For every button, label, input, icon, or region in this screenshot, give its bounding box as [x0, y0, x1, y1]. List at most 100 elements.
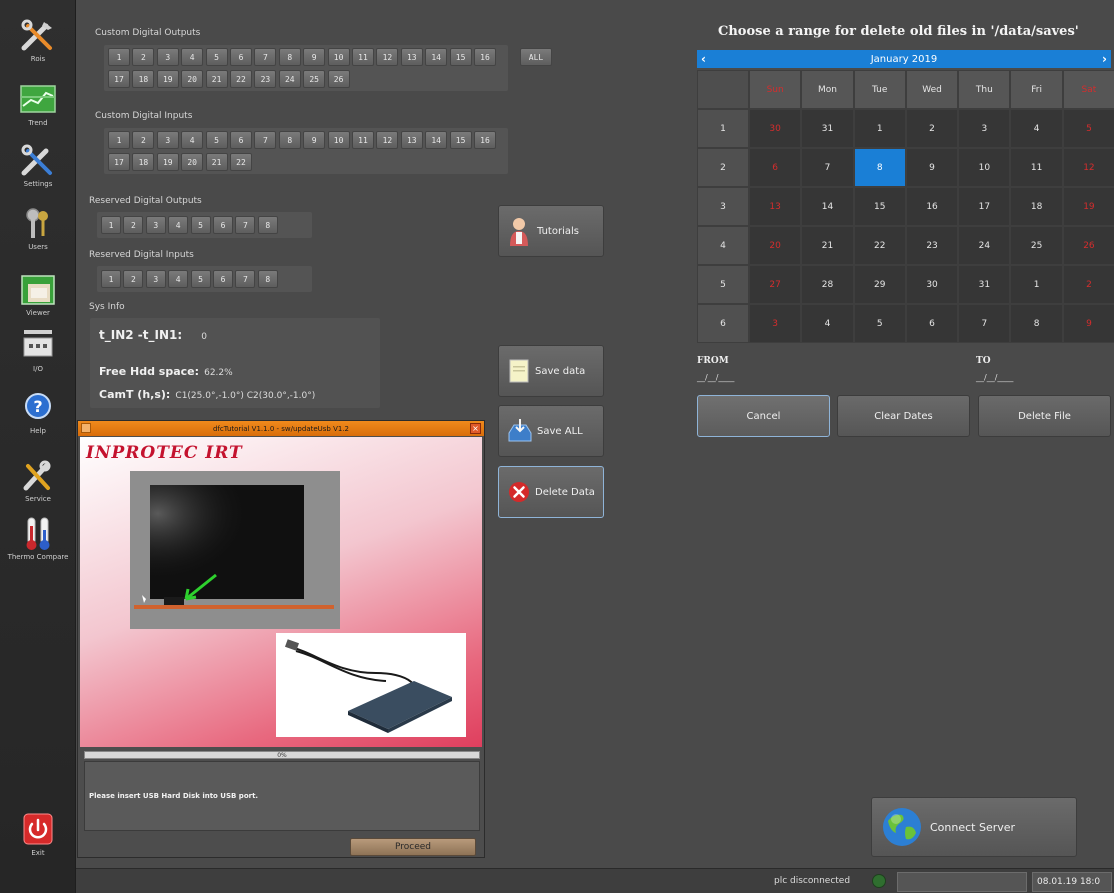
custom-input-button-8[interactable]: 8 — [278, 131, 301, 149]
calendar-day[interactable]: 3 — [958, 109, 1011, 148]
custom-output-button-11[interactable]: 11 — [352, 48, 374, 66]
calendar-day[interactable]: 9 — [905, 148, 959, 187]
reserved-input-button-7[interactable]: 7 — [235, 270, 256, 288]
calendar-day[interactable]: 21 — [801, 226, 854, 265]
sidebar-item-io[interactable]: I/O — [6, 328, 70, 373]
custom-input-button-18[interactable]: 18 — [132, 153, 155, 171]
calendar-day[interactable]: 14 — [801, 187, 854, 226]
custom-output-button-24[interactable]: 24 — [278, 70, 301, 88]
reserved-output-button-4[interactable]: 4 — [168, 216, 189, 234]
custom-input-button-11[interactable]: 11 — [352, 131, 374, 149]
calendar-day[interactable]: 27 — [749, 265, 802, 304]
custom-outputs-all-button[interactable]: ALL — [520, 48, 552, 66]
custom-input-button-5[interactable]: 5 — [205, 131, 228, 149]
custom-input-button-19[interactable]: 19 — [156, 153, 179, 171]
custom-output-button-7[interactable]: 7 — [254, 48, 277, 66]
calendar-day[interactable]: 1 — [1010, 265, 1063, 304]
custom-input-button-6[interactable]: 6 — [230, 131, 252, 149]
custom-output-button-19[interactable]: 19 — [156, 70, 179, 88]
cancel-button[interactable]: Cancel — [697, 395, 830, 437]
calendar-day[interactable]: 31 — [958, 265, 1011, 304]
reserved-output-button-7[interactable]: 7 — [235, 216, 256, 234]
proceed-button[interactable]: Proceed — [350, 838, 476, 856]
save-all-button[interactable]: Save ALL — [498, 405, 604, 457]
custom-input-button-21[interactable]: 21 — [205, 153, 228, 171]
custom-output-button-15[interactable]: 15 — [449, 48, 472, 66]
calendar-day[interactable]: 16 — [905, 187, 959, 226]
calendar-day[interactable]: 7 — [958, 304, 1011, 343]
custom-input-button-13[interactable]: 13 — [400, 131, 423, 149]
custom-output-button-26[interactable]: 26 — [327, 70, 350, 88]
sidebar-item-viewer[interactable]: Viewer — [6, 272, 70, 317]
custom-input-button-16[interactable]: 16 — [474, 131, 496, 149]
sidebar-item-users[interactable]: Users — [6, 206, 70, 251]
calendar-day[interactable]: 30 — [905, 265, 959, 304]
custom-input-button-7[interactable]: 7 — [254, 131, 277, 149]
to-date-field[interactable]: __/__/____ — [976, 373, 1013, 382]
custom-input-button-20[interactable]: 20 — [181, 153, 204, 171]
custom-output-button-14[interactable]: 14 — [425, 48, 448, 66]
custom-input-button-1[interactable]: 1 — [108, 131, 130, 149]
sidebar-item-exit[interactable]: Exit — [6, 812, 70, 857]
calendar-day[interactable]: 31 — [801, 109, 854, 148]
custom-output-button-2[interactable]: 2 — [132, 48, 155, 66]
calendar-day[interactable]: 4 — [1010, 109, 1063, 148]
calendar-day[interactable]: 29 — [853, 265, 906, 304]
calendar-day[interactable]: 25 — [1010, 226, 1063, 265]
clear-dates-button[interactable]: Clear Dates — [837, 395, 970, 437]
connect-server-button[interactable]: Connect Server — [871, 797, 1077, 857]
reserved-output-button-6[interactable]: 6 — [213, 216, 233, 234]
sidebar-item-rois[interactable]: Rois — [6, 18, 70, 63]
reserved-input-button-2[interactable]: 2 — [123, 270, 144, 288]
reserved-input-button-6[interactable]: 6 — [213, 270, 233, 288]
sidebar-item-help[interactable]: ? Help — [6, 390, 70, 435]
delete-file-button[interactable]: Delete File — [978, 395, 1111, 437]
next-month-icon[interactable]: › — [1102, 52, 1107, 66]
sidebar-item-service[interactable]: Service — [6, 458, 70, 503]
calendar-day[interactable]: 6 — [905, 304, 959, 343]
custom-output-button-5[interactable]: 5 — [205, 48, 228, 66]
calendar-day[interactable]: 10 — [958, 148, 1011, 187]
custom-output-button-23[interactable]: 23 — [254, 70, 277, 88]
save-data-button[interactable]: Save data — [498, 345, 604, 397]
calendar-day[interactable]: 4 — [801, 304, 854, 343]
calendar-day[interactable]: 18 — [1010, 187, 1063, 226]
custom-output-button-1[interactable]: 1 — [108, 48, 130, 66]
calendar-day[interactable]: 7 — [801, 148, 854, 187]
calendar-day[interactable]: 3 — [749, 304, 802, 343]
reserved-output-button-2[interactable]: 2 — [123, 216, 144, 234]
custom-output-button-20[interactable]: 20 — [181, 70, 204, 88]
calendar-day[interactable]: 12 — [1062, 148, 1114, 187]
custom-output-button-22[interactable]: 22 — [230, 70, 252, 88]
tutorial-window-titlebar[interactable]: dfcTutorial V1.1.0 - sw/updateUsb V1.2 — [78, 421, 484, 436]
custom-output-button-10[interactable]: 10 — [327, 48, 350, 66]
reserved-input-button-5[interactable]: 5 — [190, 270, 211, 288]
sidebar-item-trend[interactable]: Trend — [6, 82, 70, 127]
custom-input-button-14[interactable]: 14 — [425, 131, 448, 149]
custom-output-button-18[interactable]: 18 — [132, 70, 155, 88]
calendar-day[interactable]: 2 — [905, 109, 959, 148]
calendar-day[interactable]: 28 — [801, 265, 854, 304]
delete-data-button[interactable]: Delete Data — [498, 466, 604, 518]
calendar-day[interactable]: 17 — [958, 187, 1011, 226]
reserved-output-button-5[interactable]: 5 — [190, 216, 211, 234]
window-close-icon[interactable]: × — [470, 423, 481, 434]
custom-input-button-4[interactable]: 4 — [181, 131, 204, 149]
calendar-day[interactable]: 20 — [749, 226, 802, 265]
calendar-day[interactable]: 2 — [1062, 265, 1114, 304]
from-date-field[interactable]: __/__/____ — [697, 373, 734, 382]
calendar-day[interactable]: 13 — [749, 187, 802, 226]
calendar-day[interactable]: 6 — [749, 148, 802, 187]
custom-input-button-15[interactable]: 15 — [449, 131, 472, 149]
prev-month-icon[interactable]: ‹ — [701, 52, 706, 66]
custom-output-button-8[interactable]: 8 — [278, 48, 301, 66]
calendar-day[interactable]: 30 — [749, 109, 802, 148]
custom-output-button-21[interactable]: 21 — [205, 70, 228, 88]
custom-output-button-4[interactable]: 4 — [181, 48, 204, 66]
custom-input-button-17[interactable]: 17 — [108, 153, 130, 171]
sidebar-item-settings[interactable]: Settings — [6, 143, 70, 188]
custom-output-button-16[interactable]: 16 — [474, 48, 496, 66]
custom-output-button-3[interactable]: 3 — [156, 48, 179, 66]
custom-input-button-3[interactable]: 3 — [156, 131, 179, 149]
custom-output-button-13[interactable]: 13 — [400, 48, 423, 66]
